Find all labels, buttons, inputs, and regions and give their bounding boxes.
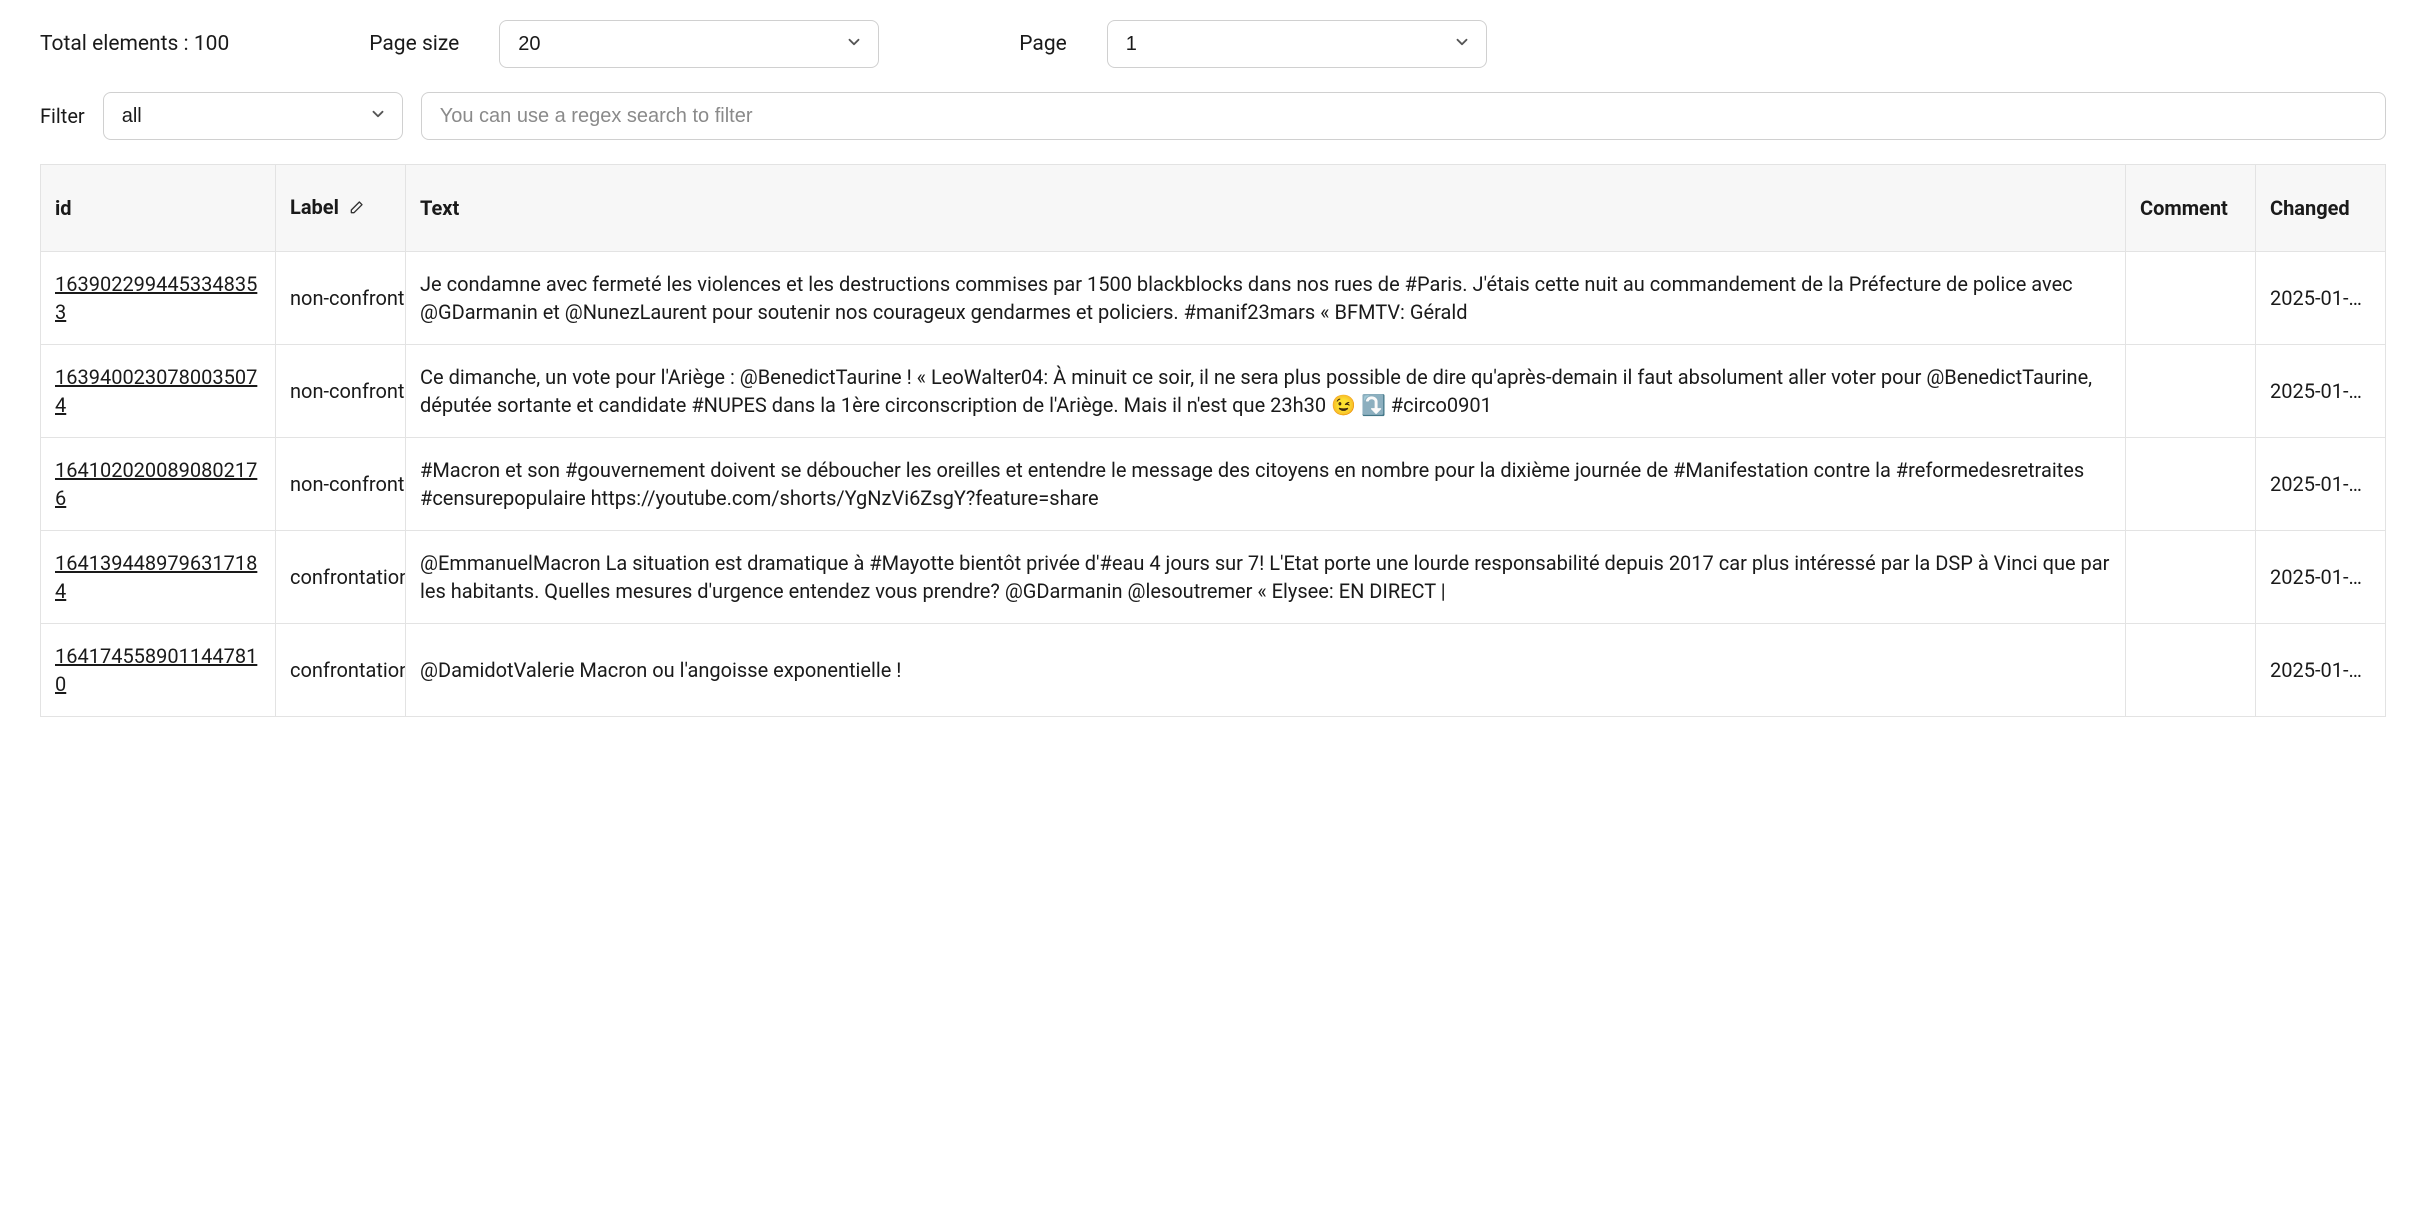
cell-comment	[2126, 437, 2256, 530]
page-select-wrap: 1	[1107, 20, 1487, 68]
id-link[interactable]: 1639400230780035074	[55, 365, 257, 417]
filter-bar: Filter all	[40, 92, 2386, 140]
table-header-row: id Label Text Comment Changed	[41, 165, 2386, 252]
cell-changed: 2025-01-0…	[2256, 251, 2386, 344]
cell-label: non-confronta	[276, 437, 406, 530]
column-header-label[interactable]: Label	[276, 165, 406, 252]
cell-label: non-confronta	[276, 344, 406, 437]
cell-id: 1641745589011447810	[41, 623, 276, 716]
cell-label: confrontation	[276, 623, 406, 716]
filter-search-input[interactable]	[421, 92, 2386, 140]
page-size-select[interactable]: 20	[499, 20, 879, 68]
cell-id: 1639400230780035074	[41, 344, 276, 437]
column-header-id[interactable]: id	[41, 165, 276, 252]
filter-label: Filter	[40, 104, 85, 128]
cell-text: @DamidotValerie Macron ou l'angoisse exp…	[406, 623, 2126, 716]
table-row: 1639400230780035074 non-confrontaCe diman…	[41, 344, 2386, 437]
page-size-select-wrap: 20	[499, 20, 879, 68]
cell-text: Ce dimanche, un vote pour l'Ariège : @Be…	[406, 344, 2126, 437]
page-select[interactable]: 1	[1107, 20, 1487, 68]
cell-changed: 2025-01-0…	[2256, 530, 2386, 623]
cell-id: 1641394489796317184	[41, 530, 276, 623]
page-label: Page	[1019, 32, 1067, 56]
cell-comment	[2126, 344, 2256, 437]
pagination-header: Total elements : 100 Page size 20 Page 1	[40, 20, 2386, 68]
cell-changed: 2025-01-0…	[2256, 623, 2386, 716]
table-row: 1641394489796317184 confrontation@Emmanue…	[41, 530, 2386, 623]
cell-id: 1641020200890802176	[41, 437, 276, 530]
column-header-label-text: Label	[290, 195, 339, 219]
filter-type-select-wrap: all	[103, 92, 403, 140]
table-row: 1641020200890802176 non-confronta#Macron …	[41, 437, 2386, 530]
column-header-text[interactable]: Text	[406, 165, 2126, 252]
table-row: 1639022994453348353 non-confrontaJe conda…	[41, 251, 2386, 344]
cell-text: #Macron et son #gouvernement doivent se …	[406, 437, 2126, 530]
cell-changed: 2025-01-0…	[2256, 437, 2386, 530]
filter-type-select[interactable]: all	[103, 92, 403, 140]
id-link[interactable]: 1641020200890802176	[55, 458, 257, 510]
page-size-label: Page size	[369, 32, 459, 56]
cell-text: Je condamne avec fermeté les violences e…	[406, 251, 2126, 344]
edit-icon	[348, 197, 364, 221]
column-header-comment[interactable]: Comment	[2126, 165, 2256, 252]
cell-changed: 2025-01-0…	[2256, 344, 2386, 437]
cell-label: confrontation	[276, 530, 406, 623]
table-row: 1641745589011447810 confrontation@Damidot…	[41, 623, 2386, 716]
column-header-changed[interactable]: Changed	[2256, 165, 2386, 252]
cell-id: 1639022994453348353	[41, 251, 276, 344]
cell-comment	[2126, 623, 2256, 716]
id-link[interactable]: 1641745589011447810	[55, 644, 257, 696]
data-table: id Label Text Comment Changed 1639022994…	[40, 164, 2386, 717]
cell-comment	[2126, 251, 2256, 344]
id-link[interactable]: 1641394489796317184	[55, 551, 257, 603]
cell-comment	[2126, 530, 2256, 623]
cell-text: @EmmanuelMacron La situation est dramati…	[406, 530, 2126, 623]
cell-label: non-confronta	[276, 251, 406, 344]
id-link[interactable]: 1639022994453348353	[55, 272, 257, 324]
total-elements-label: Total elements : 100	[40, 32, 229, 56]
